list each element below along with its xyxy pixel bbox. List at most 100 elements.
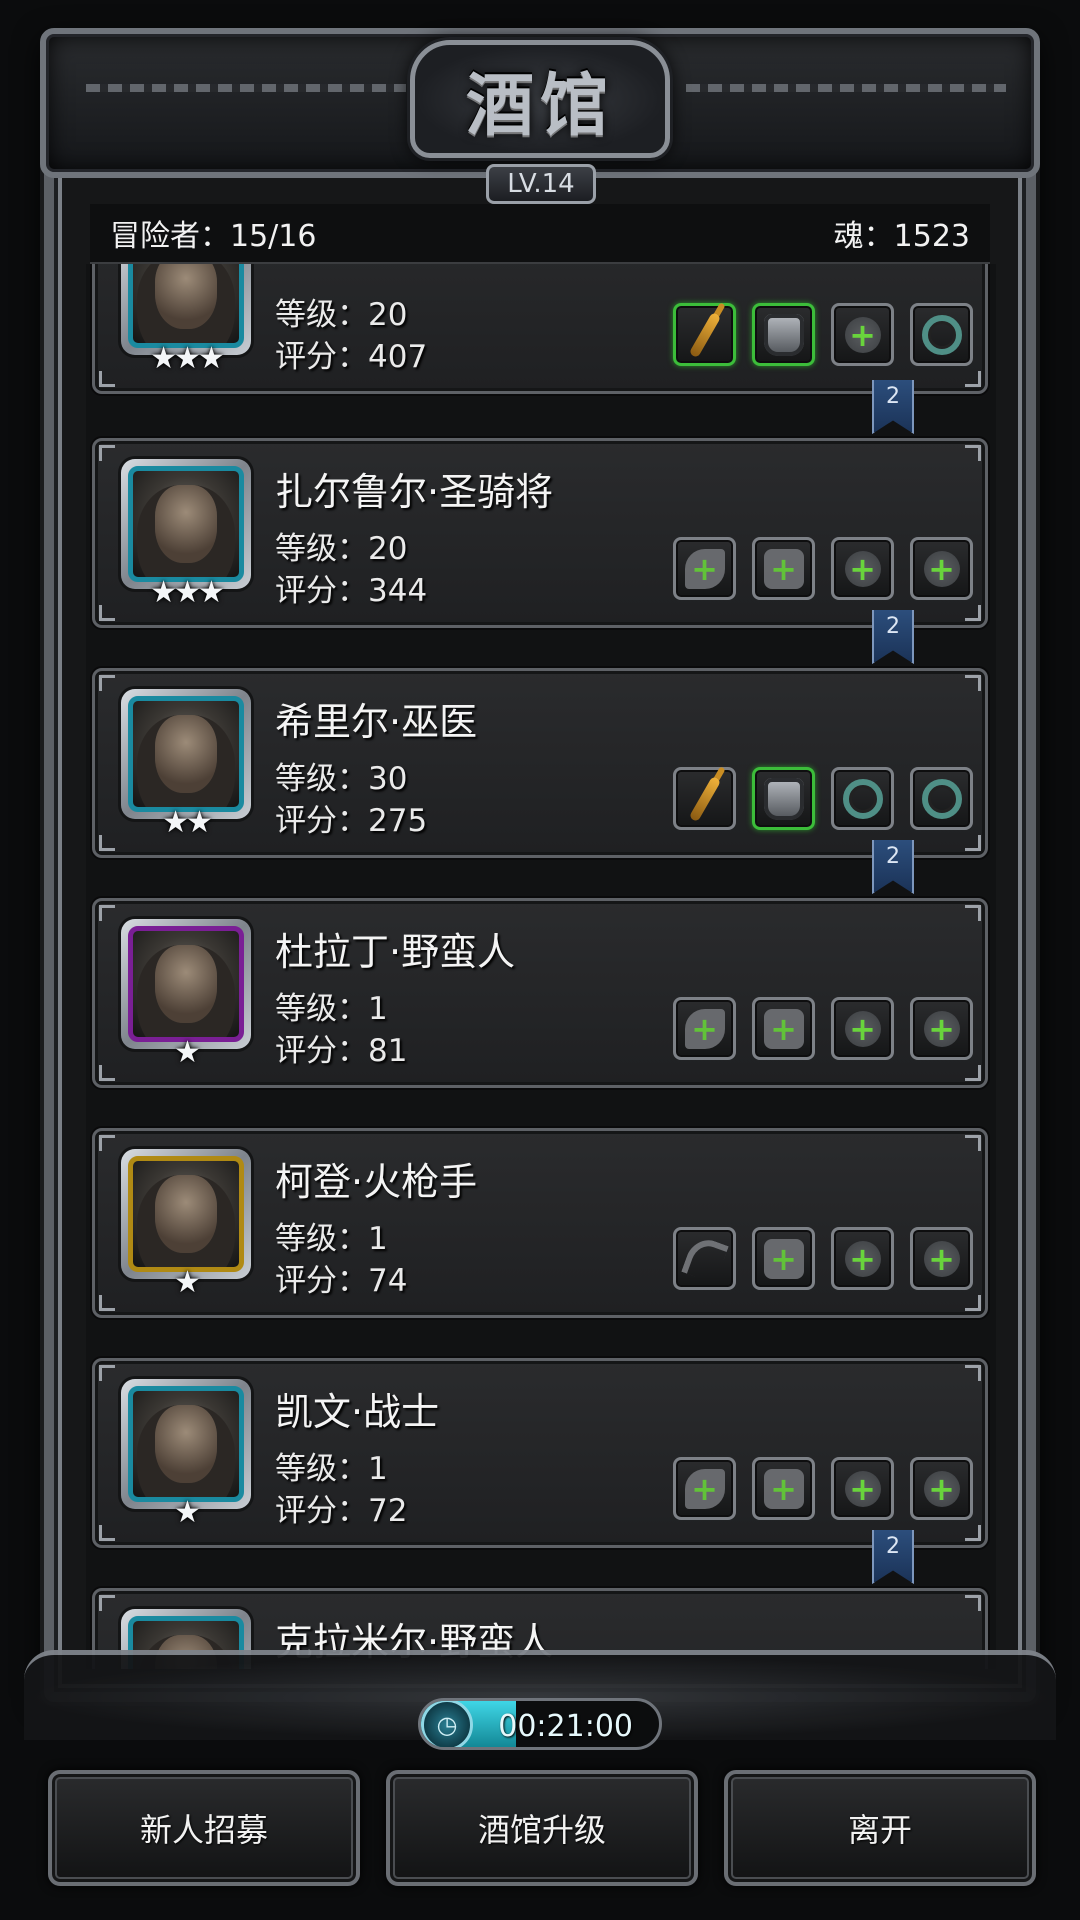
hero-card[interactable]: ★★★ 等级：20 评分：407 + — [92, 264, 988, 394]
hero-level: 等级：30 — [275, 761, 408, 797]
equipment-slot[interactable] — [752, 767, 815, 830]
adventurer-count: 冒险者：15/16 — [110, 219, 317, 254]
equipment-slot[interactable] — [752, 303, 815, 366]
star-rating: ★ — [174, 1265, 201, 1300]
ring-icon — [921, 778, 962, 819]
card-corner — [965, 605, 981, 621]
equipment-slot[interactable]: + — [673, 537, 736, 600]
hero-card[interactable]: ★ 杜拉丁·野蛮人 等级：1 评分：81 + + + + — [92, 898, 988, 1088]
star-rating: ★★★ — [150, 575, 225, 610]
equipment-slot[interactable]: + — [673, 1457, 736, 1520]
equipment-slot[interactable]: + — [752, 1227, 815, 1290]
equipment-slots: + + + + — [673, 997, 973, 1060]
card-corner — [99, 905, 115, 921]
equipment-slot[interactable]: + — [831, 1457, 894, 1520]
portrait-frame — [128, 696, 244, 812]
equipment-slot[interactable]: + — [831, 537, 894, 600]
scythe-icon — [680, 1233, 729, 1284]
equipment-slot[interactable]: + — [910, 537, 973, 600]
hero-face — [155, 1175, 217, 1253]
upgrade-tavern-button[interactable]: 酒馆升级 — [386, 1770, 698, 1886]
hero-portrait[interactable]: ★★★ — [121, 459, 251, 610]
empty-weapon-icon: + — [684, 548, 725, 589]
skill-point-ribbon: 2 — [872, 840, 914, 894]
card-corner — [965, 675, 981, 691]
card-corner — [99, 1295, 115, 1311]
star-rating: ★ — [174, 1035, 201, 1070]
title-plate: 酒馆 — [410, 40, 670, 158]
hero-level: 等级：1 — [275, 1221, 388, 1257]
skill-point-ribbon: 2 — [872, 1530, 914, 1584]
add-item-icon: + — [844, 1240, 881, 1277]
star-rating: ★★★ — [150, 341, 225, 376]
equipment-slot[interactable] — [910, 767, 973, 830]
armor-icon — [763, 313, 804, 356]
card-corner — [99, 675, 115, 691]
equipment-slot[interactable]: + — [752, 537, 815, 600]
hero-card[interactable]: ★★ 希里尔·巫医 等级：30 评分：275 — [92, 668, 988, 858]
portrait-frame — [128, 264, 244, 348]
hero-level: 等级：1 — [275, 991, 388, 1027]
empty-armor-icon: + — [763, 1238, 804, 1279]
hero-portrait[interactable]: ★ — [121, 1149, 251, 1300]
equipment-slot[interactable]: + — [831, 1227, 894, 1290]
equipment-slot[interactable]: + — [752, 1457, 815, 1520]
equipment-slot[interactable] — [673, 303, 736, 366]
hero-score: 评分：407 — [275, 339, 428, 375]
hero-face — [155, 485, 217, 563]
card-corner — [99, 1135, 115, 1151]
equipment-slots: + + + — [673, 1227, 973, 1290]
card-corner — [965, 445, 981, 461]
hero-name: 杜拉丁·野蛮人 — [275, 930, 516, 974]
equipment-slot[interactable]: + — [752, 997, 815, 1060]
hero-face — [155, 715, 217, 793]
portrait-frame — [128, 926, 244, 1042]
equipment-slot[interactable] — [673, 767, 736, 830]
equipment-slots: + — [673, 303, 973, 366]
equipment-slot[interactable]: + — [831, 303, 894, 366]
card-corner — [99, 1525, 115, 1541]
staff-icon — [688, 775, 721, 822]
add-item-icon: + — [923, 550, 960, 587]
card-corner — [965, 1525, 981, 1541]
portrait-frame — [128, 1156, 244, 1272]
hero-level: 等级：1 — [275, 1451, 388, 1487]
hero-name: 希里尔·巫医 — [275, 700, 478, 744]
equipment-slot[interactable] — [910, 303, 973, 366]
hero-portrait[interactable]: ★★★ — [121, 264, 251, 376]
hero-card[interactable]: ★ 凯文·战士 等级：1 评分：72 + + + + — [92, 1358, 988, 1548]
empty-armor-icon: + — [763, 1008, 804, 1049]
hero-score: 评分：344 — [275, 573, 428, 609]
equipment-slot[interactable]: + — [910, 997, 973, 1060]
equipment-slots — [673, 767, 973, 830]
hero-card[interactable]: ★★★ 扎尔鲁尔·圣骑将 等级：20 评分：344 + + + + — [92, 438, 988, 628]
equipment-slot[interactable]: + — [910, 1227, 973, 1290]
empty-armor-icon: + — [763, 1468, 804, 1509]
add-item-icon: + — [923, 1010, 960, 1047]
hero-portrait[interactable]: ★ — [121, 919, 251, 1070]
leave-button[interactable]: 离开 — [724, 1770, 1036, 1886]
equipment-slot[interactable]: + — [673, 997, 736, 1060]
portrait-frame — [128, 1386, 244, 1502]
equipment-slot[interactable] — [673, 1227, 736, 1290]
add-item-icon: + — [844, 550, 881, 587]
hero-list[interactable]: ★★★ 等级：20 评分：407 + 2 ★★★ 扎尔鲁尔·圣骑将 等级：20 … — [86, 264, 996, 1669]
hero-level: 等级：20 — [275, 531, 408, 567]
hero-portrait[interactable]: ★ — [121, 1379, 251, 1530]
hero-level: 等级：20 — [275, 297, 408, 333]
hero-name: 凯文·战士 — [275, 1390, 440, 1434]
equipment-slot[interactable]: + — [831, 997, 894, 1060]
hero-card[interactable]: ★ 柯登·火枪手 等级：1 评分：74 + + + — [92, 1128, 988, 1318]
recruit-button[interactable]: 新人招募 — [48, 1770, 360, 1886]
ring-icon — [842, 778, 883, 819]
timer-text: 00:21:00 — [498, 1709, 633, 1744]
hero-portrait[interactable]: ★★ — [121, 689, 251, 840]
skill-point-ribbon: 2 — [872, 610, 914, 664]
hero-name: 柯登·火枪手 — [275, 1160, 478, 1204]
star-rating: ★★ — [162, 805, 213, 840]
hero-face — [155, 1405, 217, 1483]
armor-icon — [763, 777, 804, 820]
refresh-timer: ◷ 00:21:00 — [418, 1698, 662, 1750]
equipment-slot[interactable] — [831, 767, 894, 830]
equipment-slot[interactable]: + — [910, 1457, 973, 1520]
